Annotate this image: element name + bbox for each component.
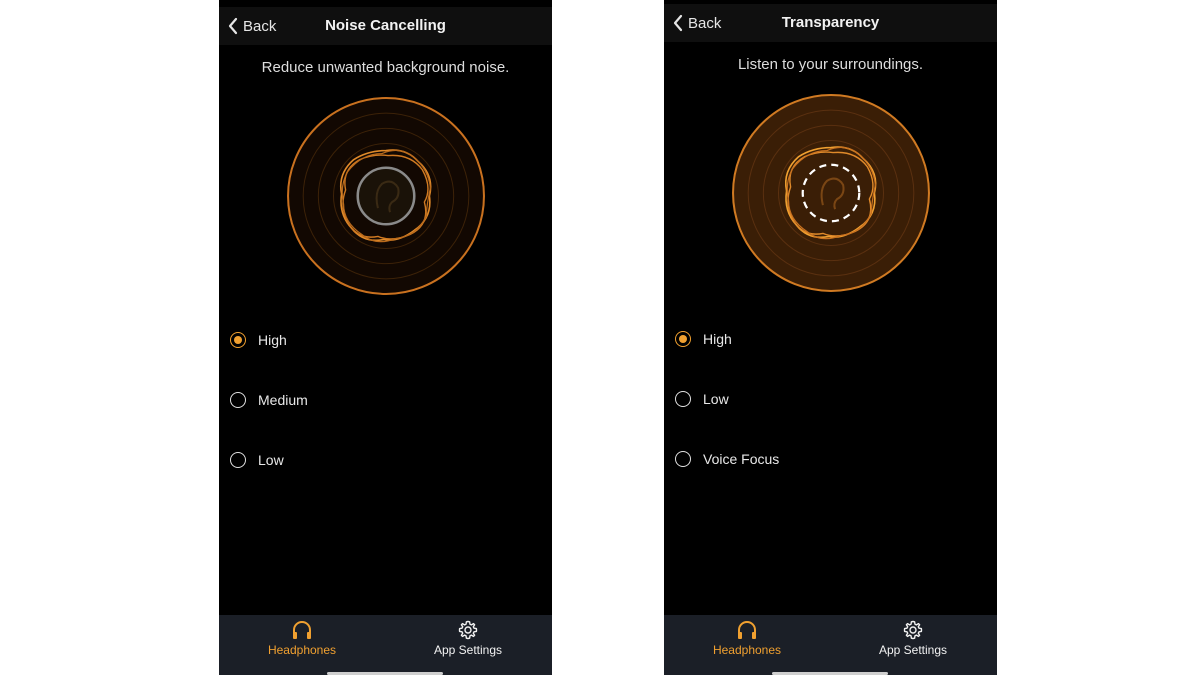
- option-low[interactable]: Low: [230, 449, 284, 471]
- option-label: Low: [258, 452, 284, 468]
- back-button[interactable]: Back: [672, 4, 721, 42]
- transparency-screen: Back Transparency Listen to your surroun…: [664, 0, 997, 675]
- tab-label: Headphones: [267, 643, 337, 657]
- tab-headphones[interactable]: Headphones: [242, 620, 362, 664]
- chevron-left-icon: [673, 14, 683, 32]
- option-label: High: [703, 331, 732, 347]
- navigation-bar: Back Noise Cancelling: [219, 7, 552, 45]
- screen-description: Listen to your surroundings.: [737, 56, 924, 73]
- option-label: High: [258, 332, 287, 348]
- chevron-left-icon: [228, 17, 238, 35]
- option-medium[interactable]: Medium: [230, 389, 308, 411]
- option-high[interactable]: High: [230, 329, 287, 351]
- option-label: Medium: [258, 392, 308, 408]
- option-low[interactable]: Low: [675, 388, 729, 410]
- option-label: Low: [703, 391, 729, 407]
- gear-icon: [903, 620, 923, 640]
- transparency-visualization: [732, 94, 930, 292]
- tab-bar: Headphones App Settings: [664, 615, 997, 675]
- tab-app-settings[interactable]: App Settings: [853, 620, 973, 664]
- tab-label: App Settings: [878, 643, 948, 657]
- tab-headphones[interactable]: Headphones: [687, 620, 807, 664]
- tab-bar: Headphones App Settings: [219, 615, 552, 675]
- radio-button-selected[interactable]: [230, 332, 246, 348]
- noise-cancelling-visualization: [287, 97, 485, 295]
- radio-button[interactable]: [230, 452, 246, 468]
- radio-button-selected[interactable]: [675, 331, 691, 347]
- gear-icon: [458, 620, 478, 640]
- tab-app-settings[interactable]: App Settings: [408, 620, 528, 664]
- headphones-icon: [293, 621, 311, 639]
- screen-description: Reduce unwanted background noise.: [261, 59, 510, 76]
- navigation-bar: Back Transparency: [664, 4, 997, 42]
- radio-button[interactable]: [675, 391, 691, 407]
- back-button[interactable]: Back: [227, 7, 276, 45]
- tab-label: Headphones: [712, 643, 782, 657]
- headphones-icon: [738, 621, 756, 639]
- back-label: Back: [688, 14, 722, 32]
- option-label: Voice Focus: [703, 451, 780, 467]
- noise-cancelling-screen: Back Noise Cancelling Reduce unwanted ba…: [219, 0, 552, 675]
- tab-label: App Settings: [433, 643, 503, 657]
- back-label: Back: [243, 17, 277, 35]
- option-high[interactable]: High: [675, 328, 732, 350]
- option-voice-focus[interactable]: Voice Focus: [675, 448, 779, 470]
- radio-button[interactable]: [675, 451, 691, 467]
- radio-button[interactable]: [230, 392, 246, 408]
